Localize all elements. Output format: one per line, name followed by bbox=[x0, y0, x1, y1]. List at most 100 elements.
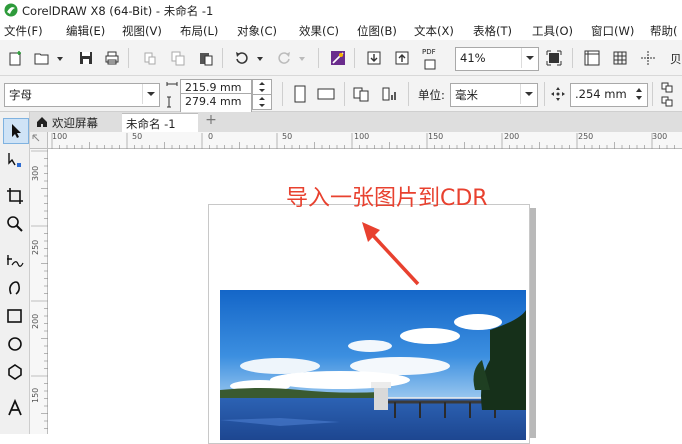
undo-button[interactable] bbox=[230, 46, 254, 70]
ellipse-tool[interactable] bbox=[3, 332, 27, 356]
toolbar-separator bbox=[544, 82, 545, 106]
pointer-icon bbox=[12, 124, 21, 138]
menu-tools[interactable]: 工具(O) bbox=[532, 23, 573, 39]
menu-edit[interactable]: 编辑(E) bbox=[66, 23, 105, 39]
chevron-down-icon bbox=[525, 92, 533, 96]
h-ruler-label: 0 bbox=[208, 132, 214, 141]
menu-bitmaps[interactable]: 位图(B) bbox=[357, 23, 397, 39]
toolbar-separator bbox=[572, 48, 573, 68]
rectangle-tool[interactable] bbox=[3, 304, 27, 328]
snap-to-label[interactable]: 贝 bbox=[670, 51, 682, 67]
toolbar-separator bbox=[128, 48, 129, 68]
undo-icon bbox=[236, 52, 248, 64]
menu-help[interactable]: 帮助( bbox=[650, 23, 678, 39]
units-dropdown[interactable] bbox=[520, 84, 537, 104]
new-document-button[interactable] bbox=[4, 46, 28, 70]
paper-preset-combo[interactable]: 字母 bbox=[4, 83, 160, 107]
show-grid-button[interactable] bbox=[608, 46, 632, 70]
tab-welcome-label: 欢迎屏幕 bbox=[52, 116, 98, 130]
search-content-button[interactable] bbox=[326, 46, 350, 70]
publish-pdf-button[interactable]: PDF bbox=[418, 46, 442, 70]
menu-text[interactable]: 文本(X) bbox=[414, 23, 454, 39]
nudge-spinner-icon[interactable] bbox=[632, 84, 646, 104]
undo-dropdown-icon[interactable] bbox=[256, 55, 264, 63]
menu-effects[interactable]: 效果(C) bbox=[299, 23, 339, 39]
ruler-origin[interactable] bbox=[30, 132, 48, 149]
show-guidelines-button[interactable] bbox=[636, 46, 660, 70]
units-label: 单位: bbox=[418, 88, 445, 102]
pdf-icon bbox=[424, 59, 436, 70]
rulers-icon bbox=[584, 50, 600, 66]
rectangle-icon bbox=[7, 309, 22, 323]
tab-document[interactable]: 未命名 -1 bbox=[122, 113, 198, 133]
tab-welcome-screen[interactable]: 欢迎屏幕 bbox=[30, 112, 120, 132]
units-combo[interactable]: 毫米 bbox=[450, 83, 538, 107]
text-a-icon bbox=[8, 399, 22, 416]
save-button[interactable] bbox=[74, 46, 98, 70]
paste-button[interactable] bbox=[194, 46, 218, 70]
open-button[interactable] bbox=[30, 46, 54, 70]
copy-button[interactable] bbox=[166, 46, 190, 70]
height-spinner-icon[interactable] bbox=[252, 94, 272, 110]
toolbox bbox=[0, 112, 30, 434]
pick-tool[interactable] bbox=[3, 118, 29, 144]
property-bar: 字母 215.9 mm 279.4 mm 单位: 毫米 .254 mm bbox=[0, 76, 682, 113]
paper-preset-dropdown[interactable] bbox=[142, 84, 159, 104]
coreldraw-app-icon bbox=[4, 3, 18, 17]
freehand-tool[interactable] bbox=[3, 248, 27, 272]
landscape-button[interactable] bbox=[314, 82, 338, 106]
page-height-value: 279.4 mm bbox=[185, 95, 242, 108]
crop-tool[interactable] bbox=[3, 184, 27, 208]
menu-view[interactable]: 视图(V) bbox=[122, 23, 162, 39]
zoom-tool[interactable] bbox=[3, 212, 27, 236]
h-ruler-label: 300 bbox=[652, 132, 668, 141]
redo-dropdown-icon[interactable] bbox=[298, 55, 306, 63]
artistic-media-tool[interactable] bbox=[3, 276, 27, 300]
export-button[interactable] bbox=[390, 46, 414, 70]
v-ruler-label: 200 bbox=[31, 313, 40, 329]
nudge-distance-icon bbox=[551, 87, 565, 101]
redo-icon bbox=[278, 52, 290, 64]
polygon-tool[interactable] bbox=[3, 360, 27, 384]
portrait-button[interactable] bbox=[288, 82, 312, 106]
menu-table[interactable]: 表格(T) bbox=[473, 23, 512, 39]
duplicate-distance-icon[interactable] bbox=[660, 80, 676, 108]
shape-tool[interactable] bbox=[3, 148, 27, 172]
paper-preset-value: 字母 bbox=[9, 88, 32, 102]
width-spinner-icon[interactable] bbox=[252, 79, 272, 95]
zoom-dropdown[interactable] bbox=[521, 48, 538, 68]
new-tab-button[interactable]: + bbox=[202, 112, 220, 132]
zoom-level-combo[interactable]: 41% bbox=[455, 47, 539, 71]
show-rulers-button[interactable] bbox=[580, 46, 604, 70]
menu-layout[interactable]: 布局(L) bbox=[180, 23, 218, 39]
export-icon bbox=[395, 51, 409, 65]
page-height-icon bbox=[167, 96, 171, 108]
redo-button[interactable] bbox=[272, 46, 296, 70]
all-pages-button[interactable] bbox=[350, 82, 374, 106]
text-tool[interactable] bbox=[3, 396, 27, 420]
home-icon bbox=[37, 117, 47, 127]
page-height-input[interactable]: 279.4 mm bbox=[180, 93, 252, 113]
vertical-ruler[interactable]: 300 250 200 150 bbox=[30, 149, 48, 434]
horizontal-ruler[interactable]: 100 50 0 50 100 150 200 250 300 bbox=[48, 132, 682, 149]
menu-bar: 文件(F) 编辑(E) 视图(V) 布局(L) 对象(C) 效果(C) 位图(B… bbox=[0, 20, 682, 40]
portrait-page-icon bbox=[294, 85, 306, 103]
menu-window[interactable]: 窗口(W) bbox=[591, 23, 634, 39]
imported-photo[interactable] bbox=[220, 290, 526, 440]
menu-file[interactable]: 文件(F) bbox=[4, 23, 43, 39]
tutorial-annotation: 导入一张图片到CDR bbox=[286, 186, 488, 211]
toolbar-separator bbox=[408, 82, 409, 106]
current-page-button[interactable] bbox=[378, 82, 402, 106]
cut-button[interactable] bbox=[138, 46, 162, 70]
import-button[interactable] bbox=[362, 46, 386, 70]
new-document-icon bbox=[9, 51, 21, 66]
full-screen-preview-button[interactable] bbox=[542, 46, 566, 70]
toolbar-separator bbox=[652, 82, 653, 106]
toolbar-separator bbox=[344, 82, 345, 106]
open-dropdown-icon[interactable] bbox=[56, 55, 64, 63]
cut-icon bbox=[144, 52, 156, 65]
menu-object[interactable]: 对象(C) bbox=[237, 23, 277, 39]
v-ruler-label: 150 bbox=[31, 387, 40, 403]
save-disk-icon bbox=[80, 52, 92, 64]
print-button[interactable] bbox=[100, 46, 124, 70]
